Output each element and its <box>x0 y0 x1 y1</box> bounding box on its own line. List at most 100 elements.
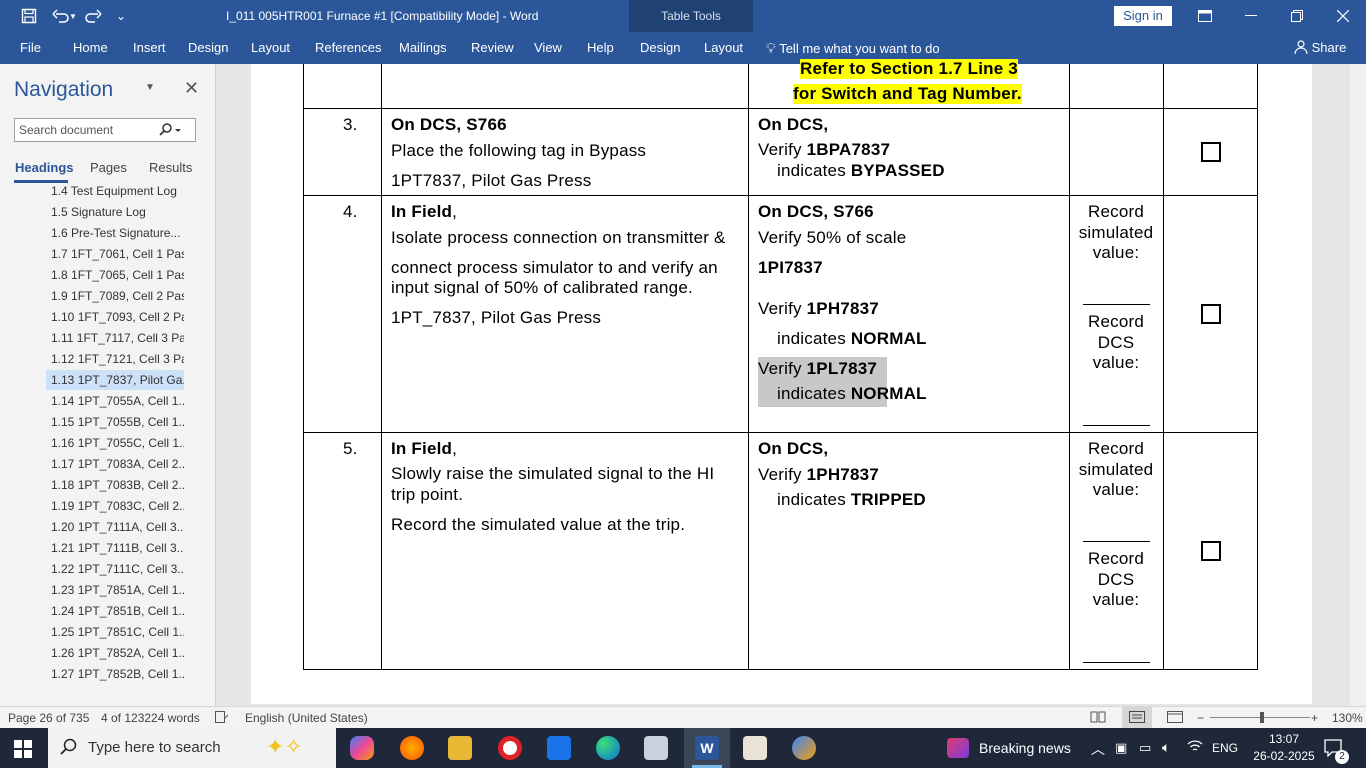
record-line[interactable] <box>1083 304 1150 305</box>
taskbar: Type here to search ✦✧ W Breaking news ︿… <box>0 728 1366 768</box>
app-icon[interactable] <box>792 736 816 760</box>
word-count[interactable]: 4 of 123224 words <box>101 711 200 725</box>
heading-item[interactable]: 1.26 1PT_7852A, Cell 1... <box>46 643 184 663</box>
redo-icon[interactable] <box>78 0 108 32</box>
opera-icon[interactable] <box>498 736 522 760</box>
search-icon[interactable] <box>159 123 181 140</box>
record-line[interactable] <box>1083 425 1150 426</box>
zoom-level[interactable]: 130% <box>1332 711 1363 725</box>
windows-start-icon[interactable] <box>14 740 32 763</box>
tab-design[interactable]: Design <box>188 32 228 64</box>
clock-time[interactable]: 13:07 <box>1254 732 1314 746</box>
zoom-in-button[interactable]: + <box>1311 711 1318 725</box>
result-text: indicates TRIPPED <box>777 490 926 509</box>
action-text: Slowly raise the simulated signal to the… <box>391 464 715 483</box>
app-icon[interactable] <box>743 736 767 760</box>
tab-file[interactable]: File <box>20 32 41 64</box>
heading-item[interactable]: 1.19 1PT_7083C, Cell 2... <box>46 496 184 516</box>
firefox-icon[interactable] <box>400 736 424 760</box>
navigation-pane: Navigation ▼ ✕ Search document Headings … <box>0 64 216 706</box>
language-status[interactable]: English (United States) <box>245 711 368 725</box>
heading-item[interactable]: 1.8 1FT_7065, Cell 1 Pas... <box>46 265 184 285</box>
proofing-icon[interactable] <box>215 711 229 726</box>
search-document-input[interactable]: Search document <box>14 118 196 142</box>
tray-icon[interactable]: ▣ <box>1115 740 1127 756</box>
result-text-selected[interactable]: Verify 1PL7837 <box>758 359 877 379</box>
ribbon-display-options-icon[interactable] <box>1182 0 1228 32</box>
wifi-icon[interactable] <box>1187 739 1203 756</box>
restore-icon[interactable] <box>1274 0 1320 32</box>
heading-item[interactable]: 1.13 1PT_7837, Pilot Ga... <box>46 370 184 390</box>
heading-item[interactable]: 1.15 1PT_7055B, Cell 1... <box>46 412 184 432</box>
heading-item[interactable]: 1.14 1PT_7055A, Cell 1... <box>46 391 184 411</box>
news-label[interactable]: Breaking news <box>979 740 1071 756</box>
tab-table-layout[interactable]: Layout <box>704 32 743 64</box>
nav-tab-pages[interactable]: Pages <box>90 160 127 175</box>
language-indicator[interactable]: ENG <box>1212 741 1238 755</box>
tab-layout[interactable]: Layout <box>251 32 290 64</box>
nav-tab-results[interactable]: Results <box>149 160 192 175</box>
word-taskbar-active[interactable]: W <box>684 728 730 768</box>
page-count[interactable]: Page 26 of 735 <box>8 711 89 725</box>
web-layout-icon[interactable] <box>1167 711 1183 726</box>
heading-item[interactable]: 1.23 1PT_7851A, Cell 1... <box>46 580 184 600</box>
tab-mailings[interactable]: Mailings <box>399 32 447 64</box>
mail-icon[interactable] <box>547 736 571 760</box>
print-layout-button[interactable] <box>1122 707 1152 728</box>
result-text-selected[interactable]: indicates NORMAL <box>777 384 927 404</box>
heading-item[interactable]: 1.25 1PT_7851C, Cell 1... <box>46 622 184 642</box>
taskbar-search-box[interactable]: Type here to search ✦✧ <box>48 728 336 768</box>
news-icon[interactable] <box>947 738 969 758</box>
tab-references[interactable]: References <box>315 32 381 64</box>
tab-review[interactable]: Review <box>471 32 514 64</box>
nav-tab-headings[interactable]: Headings <box>15 160 74 175</box>
heading-item[interactable]: 1.18 1PT_7083B, Cell 2... <box>46 475 184 495</box>
heading-item[interactable]: 1.21 1PT_7111B, Cell 3... <box>46 538 184 558</box>
heading-item[interactable]: 1.10 1FT_7093, Cell 2 Pa... <box>46 307 184 327</box>
read-mode-icon[interactable] <box>1090 711 1106 726</box>
battery-icon[interactable]: ▭ <box>1139 740 1151 756</box>
tab-table-design[interactable]: Design <box>640 32 680 64</box>
tab-help[interactable]: Help <box>587 32 614 64</box>
heading-item[interactable]: 1.5 Signature Log <box>46 202 184 222</box>
tab-home[interactable]: Home <box>73 32 108 64</box>
heading-item[interactable]: 1.4 Test Equipment Log <box>46 181 184 201</box>
file-explorer-icon[interactable] <box>448 736 472 760</box>
zoom-out-button[interactable]: − <box>1197 711 1204 725</box>
edge-icon[interactable] <box>596 736 620 760</box>
vertical-scrollbar[interactable] <box>1350 64 1366 706</box>
clock-date[interactable]: 26-02-2025 <box>1246 749 1322 763</box>
result-text: 1PI7837 <box>758 258 823 277</box>
chevron-up-icon[interactable]: ︿ <box>1091 739 1105 759</box>
app-icon[interactable] <box>644 736 668 760</box>
heading-item[interactable]: 1.27 1PT_7852B, Cell 1... <box>46 664 184 684</box>
tab-insert[interactable]: Insert <box>133 32 166 64</box>
heading-item[interactable]: 1.9 1FT_7089, Cell 2 Pas... <box>46 286 184 306</box>
speaker-icon[interactable]: 🔈︎ <box>1162 739 1170 756</box>
minimize-icon[interactable] <box>1228 0 1274 32</box>
close-icon[interactable] <box>1320 0 1366 32</box>
navigation-options-icon[interactable]: ▼ <box>145 82 155 93</box>
step-checkbox[interactable] <box>1201 541 1221 561</box>
record-line[interactable] <box>1083 541 1150 542</box>
heading-item[interactable]: 1.6 Pre-Test Signature... <box>46 223 184 243</box>
heading-item[interactable]: 1.22 1PT_7111C, Cell 3... <box>46 559 184 579</box>
heading-item[interactable]: 1.12 1FT_7121, Cell 3 Pa... <box>46 349 184 369</box>
navigation-close-icon[interactable]: ✕ <box>184 78 199 99</box>
heading-item[interactable]: 1.20 1PT_7111A, Cell 3... <box>46 517 184 537</box>
step-checkbox[interactable] <box>1201 142 1221 162</box>
heading-item[interactable]: 1.24 1PT_7851B, Cell 1... <box>46 601 184 621</box>
heading-item[interactable]: 1.7 1FT_7061, Cell 1 Pas... <box>46 244 184 264</box>
heading-item[interactable]: 1.11 1FT_7117, Cell 3 Pa... <box>46 328 184 348</box>
heading-item[interactable]: 1.16 1PT_7055C, Cell 1... <box>46 433 184 453</box>
save-icon[interactable] <box>14 0 44 32</box>
share-button[interactable]: Share <box>1294 32 1346 64</box>
sign-in-button[interactable]: Sign in <box>1114 6 1172 26</box>
heading-item[interactable]: 1.17 1PT_7083A, Cell 2... <box>46 454 184 474</box>
zoom-slider-thumb[interactable] <box>1260 712 1264 723</box>
copilot-icon[interactable] <box>350 736 374 760</box>
customize-toolbar-icon[interactable]: ⌄ <box>106 0 136 32</box>
record-line[interactable] <box>1083 662 1150 663</box>
tab-view[interactable]: View <box>534 32 562 64</box>
step-checkbox[interactable] <box>1201 304 1221 324</box>
